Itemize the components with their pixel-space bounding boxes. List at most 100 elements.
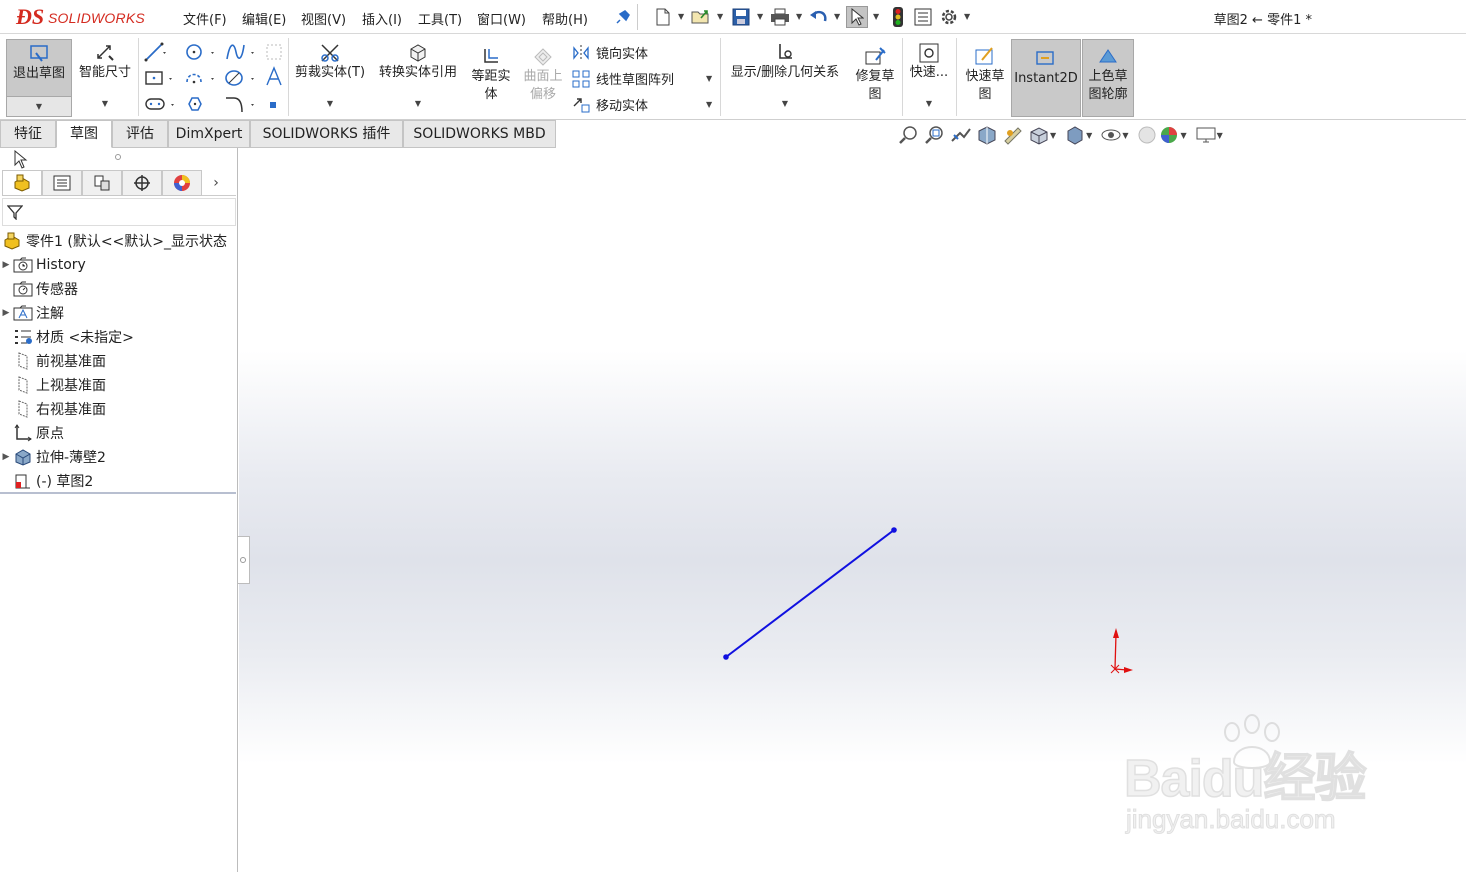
hide-show-items-icon[interactable]: [1100, 125, 1122, 145]
display-style-icon[interactable]: [1064, 125, 1086, 145]
chevron-down-icon[interactable]: ▼: [706, 74, 712, 83]
chevron-down-icon[interactable]: ▼: [1122, 131, 1128, 140]
solidworks-logo[interactable]: ƉS SOLIDWORKS: [6, 0, 156, 34]
tree-item-top-plane[interactable]: 上视基准面: [0, 374, 106, 396]
line-tool-icon[interactable]: [144, 42, 168, 62]
plane-tool-icon[interactable]: [264, 42, 284, 62]
rapid-sketch-button[interactable]: 快速草 图: [960, 46, 1010, 116]
options-gear-icon[interactable]: [938, 6, 960, 28]
tab-sketch[interactable]: 草图: [56, 120, 112, 148]
menu-file[interactable]: 文件(F): [183, 9, 227, 28]
sketch-line-endpoint-end[interactable]: [891, 527, 897, 533]
tree-item-material[interactable]: 材质 <未指定>: [0, 326, 134, 348]
view-settings-monitor-icon[interactable]: [1195, 125, 1217, 145]
offset-on-surface-button[interactable]: 曲面上 偏移: [518, 46, 568, 116]
chevron-down-icon[interactable]: ▼: [834, 12, 840, 21]
undo-icon[interactable]: [808, 6, 830, 28]
chevron-down-icon[interactable]: ▼: [706, 100, 712, 109]
configuration-manager-tab[interactable]: [82, 170, 122, 196]
chevron-down-icon[interactable]: ▼: [102, 99, 108, 108]
chevron-down-icon[interactable]: ▼: [926, 99, 932, 108]
chevron-down-icon[interactable]: ▼: [36, 102, 42, 111]
tab-features[interactable]: 特征: [0, 120, 56, 148]
panel-grip-handle[interactable]: [115, 154, 121, 160]
tree-item-sketch2[interactable]: (-) 草图2: [0, 470, 93, 492]
property-manager-tab[interactable]: [42, 170, 82, 196]
menu-insert[interactable]: 插入(I): [362, 9, 402, 28]
rectangle-tool-icon[interactable]: [144, 68, 178, 88]
dynamic-annotation-icon[interactable]: [1002, 125, 1024, 145]
tree-item-extrude-thin[interactable]: ▶ 拉伸-薄壁2: [0, 446, 106, 468]
tree-item-front-plane[interactable]: 前视基准面: [0, 350, 106, 372]
sketch-line[interactable]: [725, 529, 895, 658]
section-view-icon[interactable]: [976, 125, 998, 145]
menu-help[interactable]: 帮助(H): [542, 9, 588, 28]
menu-edit[interactable]: 编辑(E): [242, 9, 286, 28]
save-icon[interactable]: [730, 6, 752, 28]
offset-entities-button[interactable]: 等距实 体: [466, 46, 516, 116]
chevron-down-icon[interactable]: ▼: [717, 12, 723, 21]
polygon-arc-tool-icon[interactable]: [184, 68, 218, 88]
circle-tool-icon[interactable]: [184, 42, 218, 62]
pin-icon[interactable]: [612, 6, 634, 28]
chevron-down-icon[interactable]: ▼: [415, 99, 421, 108]
view-orientation-icon[interactable]: [1028, 125, 1050, 145]
shaded-sketch-contours-button[interactable]: 上色草 图轮廓: [1082, 39, 1134, 117]
repair-sketch-button[interactable]: 修复草 图: [850, 46, 900, 116]
chevron-down-icon[interactable]: ▼: [757, 12, 763, 21]
rollback-bar[interactable]: [0, 492, 236, 494]
sketch-line-endpoint-start[interactable]: [723, 654, 729, 660]
open-folder-icon[interactable]: [690, 6, 712, 28]
ellipse-tool-icon[interactable]: [224, 68, 260, 88]
linear-sketch-pattern-button[interactable]: 线性草图阵列: [572, 69, 674, 88]
menu-view[interactable]: 视图(V): [301, 9, 346, 28]
tree-item-annotations[interactable]: ▶ 注解: [0, 302, 64, 324]
tab-dimxpert[interactable]: DimXpert: [168, 120, 250, 148]
filter-funnel-icon[interactable]: [7, 204, 23, 220]
chevron-down-icon[interactable]: ▼: [796, 12, 802, 21]
hexagon-tool-icon[interactable]: [184, 94, 218, 114]
exit-sketch-button[interactable]: 退出草图 ▼: [6, 39, 72, 117]
expand-arrow-icon[interactable]: ▶: [0, 308, 12, 318]
tree-root-part[interactable]: 零件1 (默认<<默认>_显示状态: [0, 230, 227, 252]
previous-view-icon[interactable]: [950, 125, 972, 145]
chevron-down-icon[interactable]: ▼: [873, 12, 879, 21]
chevron-down-icon[interactable]: ▼: [678, 12, 684, 21]
zoom-to-fit-icon[interactable]: [898, 125, 920, 145]
feature-manager-tab[interactable]: [2, 170, 42, 196]
fillet-tool-icon[interactable]: [224, 94, 260, 114]
apply-scene-icon[interactable]: [1158, 125, 1180, 145]
mirror-entities-button[interactable]: 镜向实体: [572, 43, 648, 62]
dimxpert-manager-tab[interactable]: [122, 170, 162, 196]
smart-dimension-button[interactable]: 智能尺寸 ▼: [74, 39, 136, 117]
select-cursor-icon[interactable]: [846, 6, 868, 28]
menu-window[interactable]: 窗口(W): [477, 9, 526, 28]
chevron-down-icon[interactable]: ▼: [964, 12, 970, 21]
chevron-down-icon[interactable]: ▼: [1050, 131, 1056, 140]
menu-tools[interactable]: 工具(T): [418, 9, 462, 28]
expand-arrow-icon[interactable]: ▶: [0, 260, 12, 270]
spline-tool-icon[interactable]: [224, 42, 260, 62]
tree-item-origin[interactable]: 原点: [0, 422, 64, 444]
new-document-icon[interactable]: [652, 6, 674, 28]
panel-tabs-scroll-right-icon[interactable]: ›: [202, 170, 230, 196]
print-icon[interactable]: [769, 6, 791, 28]
trim-entities-button[interactable]: 剪裁实体(T) ▼: [292, 39, 368, 117]
quick-snaps-button[interactable]: 快速... ▼: [906, 39, 952, 117]
file-properties-icon[interactable]: [912, 6, 934, 28]
instant2d-button[interactable]: Instant2D: [1011, 39, 1081, 117]
display-delete-relations-button[interactable]: 显示/删除几何关系 ▼: [724, 39, 846, 117]
zoom-to-area-icon[interactable]: [924, 125, 946, 145]
rebuild-traffic-light-icon[interactable]: [887, 6, 909, 28]
chevron-down-icon[interactable]: ▼: [1086, 131, 1092, 140]
move-entities-button[interactable]: 移动实体: [572, 95, 648, 114]
display-manager-tab[interactable]: [162, 170, 202, 196]
expand-arrow-icon[interactable]: ▶: [0, 452, 12, 462]
point-tool-icon[interactable]: [266, 98, 280, 112]
text-tool-icon[interactable]: [264, 66, 284, 88]
panel-splitter-handle[interactable]: [238, 536, 250, 584]
tree-item-sensors[interactable]: 传感器: [0, 278, 78, 300]
chevron-down-icon[interactable]: ▼: [1217, 131, 1223, 140]
tab-evaluate[interactable]: 评估: [112, 120, 168, 148]
slot-tool-icon[interactable]: [144, 94, 178, 114]
